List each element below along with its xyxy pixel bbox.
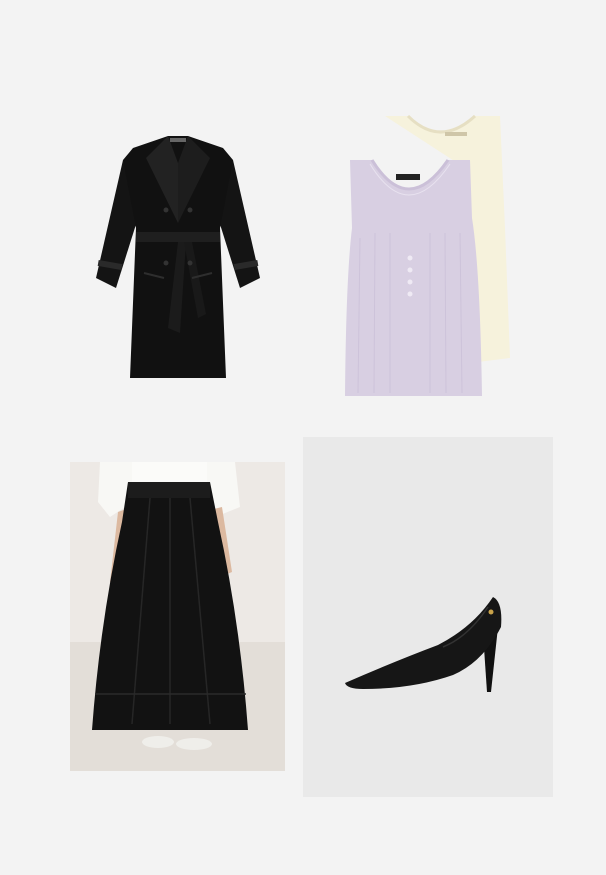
- black-coat-image[interactable]: [88, 128, 268, 388]
- tank-tops-image[interactable]: [330, 108, 530, 403]
- black-pumps-photo[interactable]: [303, 437, 553, 797]
- black-maxi-skirt-photo[interactable]: [70, 462, 285, 771]
